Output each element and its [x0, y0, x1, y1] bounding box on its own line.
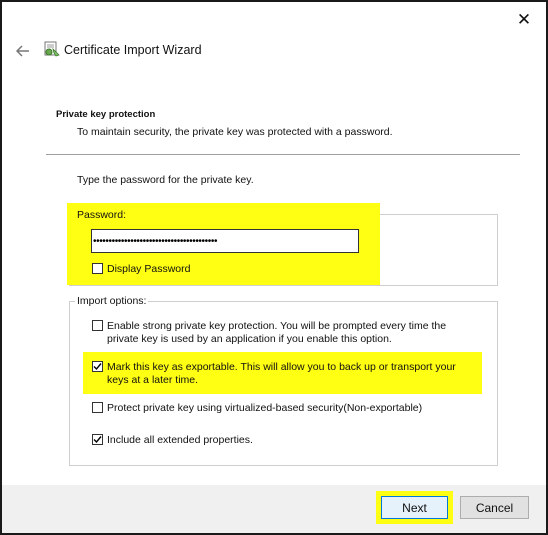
- section-description: To maintain security, the private key wa…: [77, 126, 393, 138]
- checkmark-icon: [93, 436, 102, 444]
- strong-protection-checkbox[interactable]: [92, 320, 103, 331]
- certificate-wizard-icon: [42, 40, 62, 60]
- next-button[interactable]: Next: [381, 496, 448, 519]
- import-options-label: Import options:: [75, 295, 149, 307]
- cancel-button[interactable]: Cancel: [460, 496, 529, 519]
- extended-properties-checkbox[interactable]: [92, 434, 103, 445]
- section-heading: Private key protection: [56, 109, 156, 120]
- checkmark-icon: [93, 363, 102, 371]
- password-instruction: Type the password for the private key.: [77, 174, 254, 186]
- back-arrow-icon[interactable]: [12, 40, 34, 62]
- extended-properties-label: Include all extended properties.: [107, 434, 253, 446]
- strong-protection-label: Enable strong private key protection. Yo…: [107, 320, 447, 345]
- window-title: Certificate Import Wizard: [64, 43, 202, 57]
- display-password-checkbox[interactable]: [92, 263, 103, 274]
- header-divider: [46, 154, 520, 155]
- close-icon[interactable]: ✕: [511, 8, 537, 32]
- password-label: Password:: [77, 209, 127, 221]
- password-input[interactable]: ••••••••••••••••••••••••••••••••••••••••: [91, 229, 359, 253]
- virtualized-security-checkbox[interactable]: [92, 402, 103, 413]
- password-value: ••••••••••••••••••••••••••••••••••••••••: [93, 235, 218, 247]
- mark-exportable-checkbox[interactable]: [92, 361, 103, 372]
- virtualized-security-label: Protect private key using virtualized-ba…: [107, 402, 423, 414]
- mark-exportable-label: Mark this key as exportable. This will a…: [107, 361, 456, 386]
- display-password-label: Display Password: [107, 263, 191, 275]
